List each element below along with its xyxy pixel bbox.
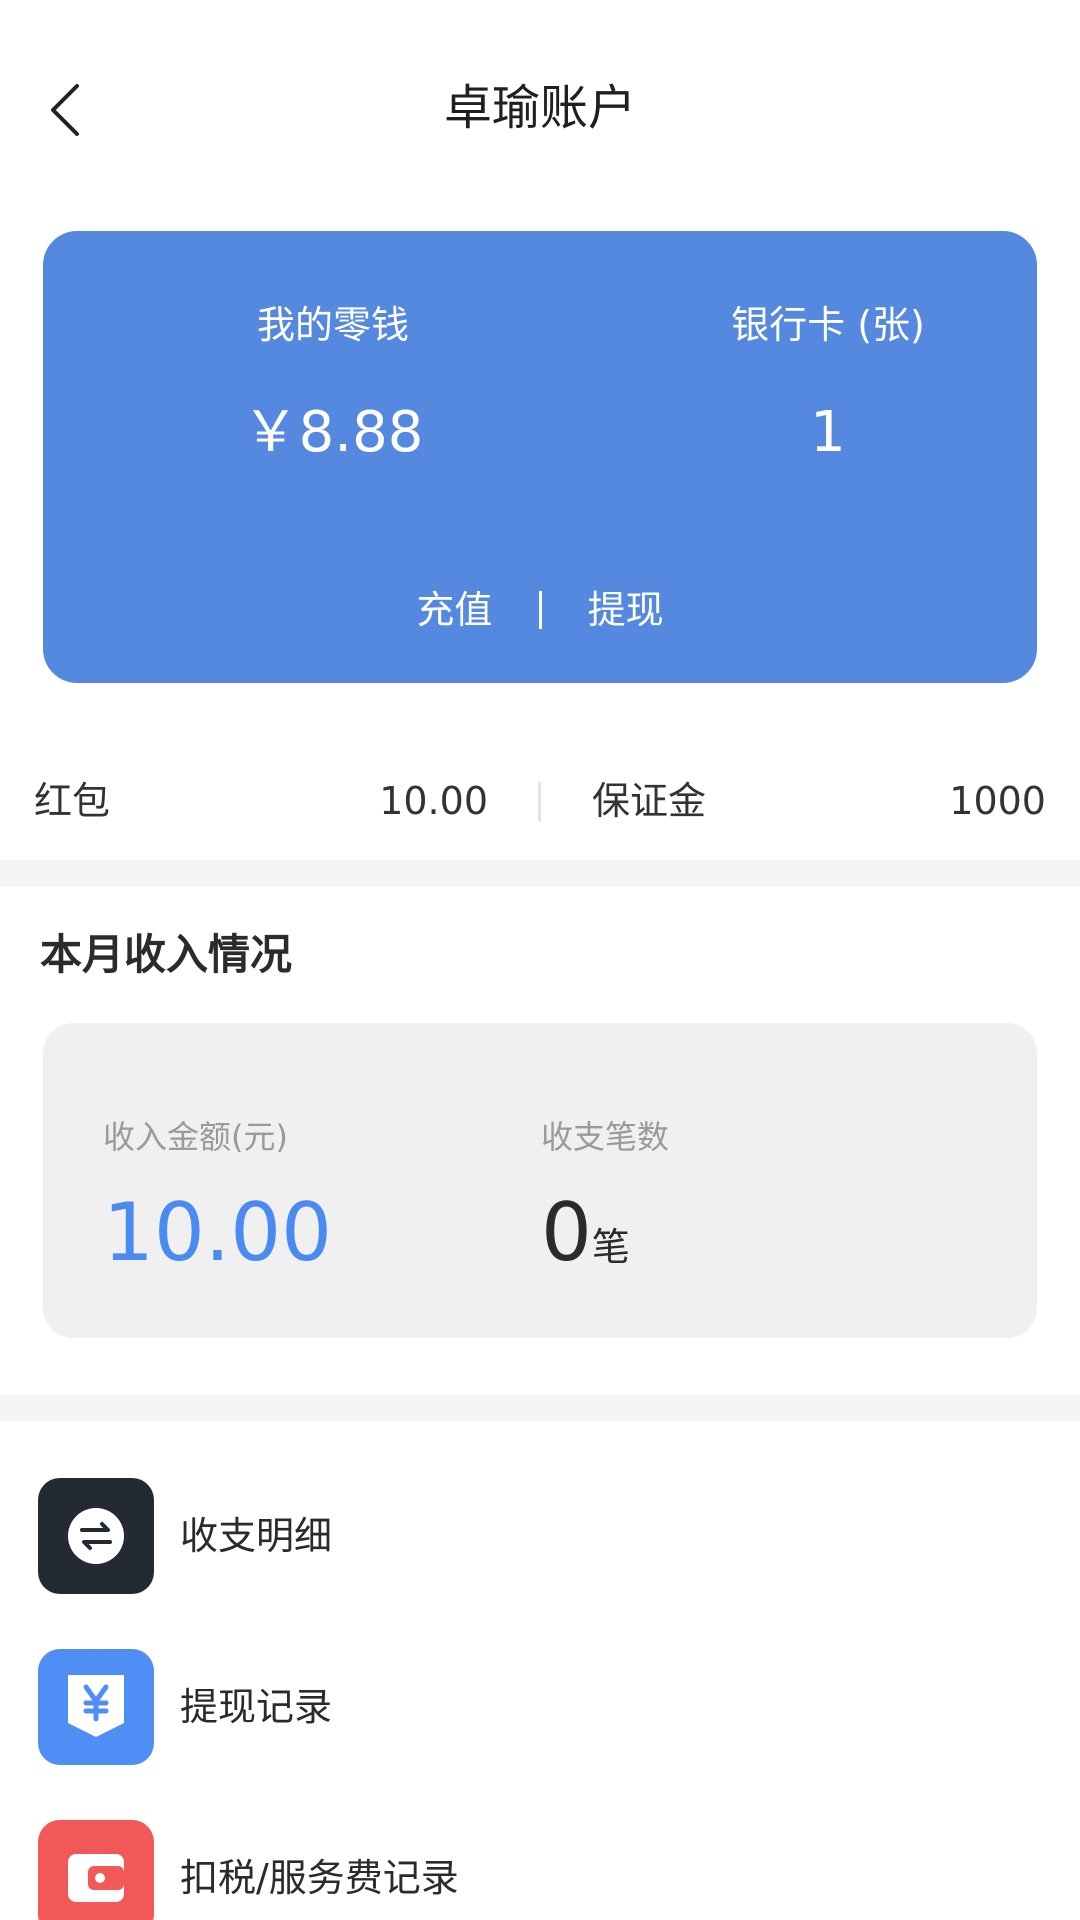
section-divider [0, 1395, 1080, 1421]
bank-card-count: 1 [810, 400, 846, 465]
menu-item-tax-fee-records[interactable]: 扣税/服务费记录 [0, 1820, 1080, 1920]
bank-card-label: 银行卡 (张) [731, 303, 925, 347]
section-divider [0, 860, 1080, 886]
menu-item-withdraw-records[interactable]: 提现记录 [0, 1649, 1080, 1769]
section-title: 本月收入情况 [40, 930, 293, 979]
menu-item-label: 提现记录 [180, 1685, 333, 1729]
yuan-download-glyph [68, 1675, 124, 1737]
recharge-button[interactable]: 充值 [416, 584, 492, 636]
deposit-label[interactable]: 保证金 [592, 776, 706, 826]
action-divider [538, 590, 542, 629]
income-amount-label: 收入金额(元) [103, 1118, 288, 1156]
transfer-glyph [68, 1508, 124, 1564]
transaction-count-label: 收支笔数 [541, 1118, 670, 1156]
transaction-count-unit: 笔 [591, 1225, 630, 1269]
wallet-glyph [68, 1854, 124, 1902]
wallet-icon [38, 1820, 154, 1920]
withdraw-button[interactable]: 提现 [588, 584, 664, 636]
wallet-value: ￥8.88 [242, 400, 424, 465]
balance-card: 我的零钱 ￥8.88 银行卡 (张) 1 充值 提现 [43, 231, 1037, 683]
stats-divider [538, 782, 541, 822]
transfer-icon [38, 1478, 154, 1594]
wallet-label: 我的零钱 [256, 303, 409, 347]
transaction-count: 0笔 [541, 1183, 630, 1305]
income-amount-value: 10.00 [103, 1186, 333, 1279]
deposit-value: 1000 [949, 779, 1046, 823]
red-packet-value: 10.00 [379, 779, 488, 823]
menu-item-label: 扣税/服务费记录 [180, 1856, 459, 1900]
menu-item-label: 收支明细 [180, 1514, 333, 1558]
yuan-download-icon [38, 1649, 154, 1765]
header: 卓瑜账户 [0, 0, 1080, 215]
stats-row: 红包 10.00 保证金 1000 [0, 760, 1080, 840]
wallet-balance[interactable]: 我的零钱 ￥8.88 [133, 299, 533, 471]
red-packet-label[interactable]: 红包 [34, 776, 110, 826]
transaction-count-value: 0 [541, 1186, 592, 1279]
balance-actions: 充值 提现 [43, 581, 1037, 636]
page-title: 卓瑜账户 [443, 80, 636, 136]
account-page: 卓瑜账户 我的零钱 ￥8.88 银行卡 (张) 1 充值 提现 红包 10.00… [0, 0, 1080, 1920]
income-card: 收入金额(元) 收支笔数 10.00 0笔 [43, 1023, 1037, 1338]
bank-cards[interactable]: 银行卡 (张) 1 [628, 299, 1028, 471]
menu-item-transaction-details[interactable]: 收支明细 [0, 1478, 1080, 1598]
